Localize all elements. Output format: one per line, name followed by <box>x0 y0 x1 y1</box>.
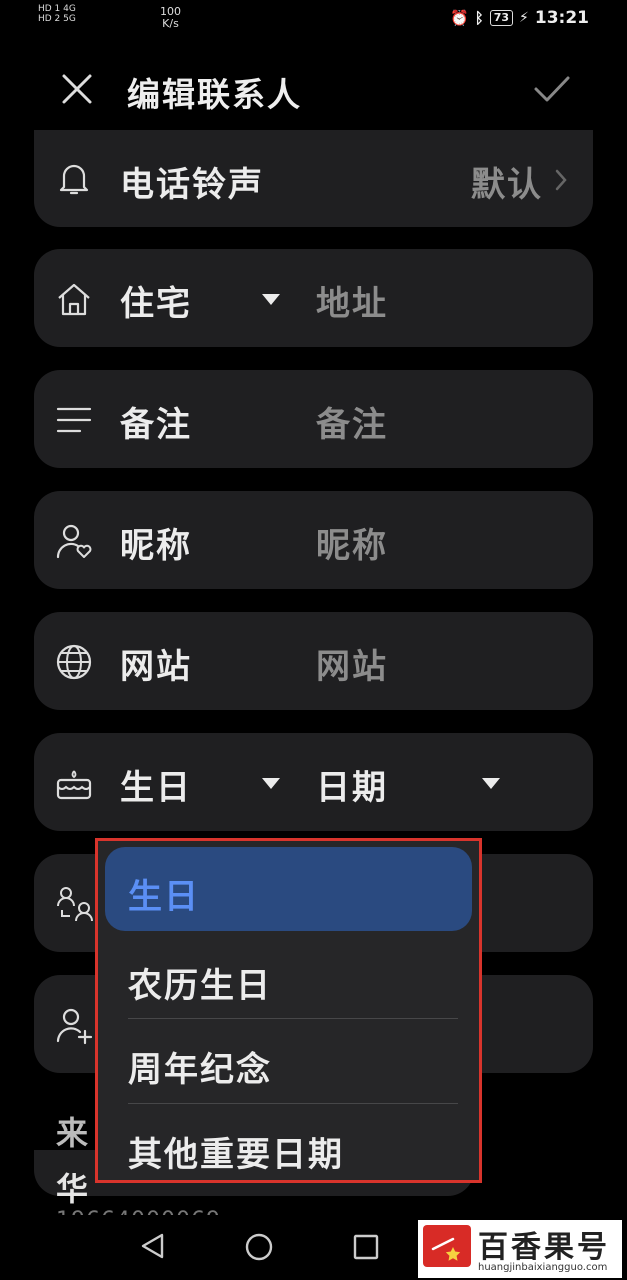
birthday-row[interactable]: 生日 日期 <box>34 733 593 831</box>
watermark-url: huangjinbaixiangguo.com <box>478 1262 608 1273</box>
charging-icon: ⚡ <box>519 10 529 26</box>
date-field[interactable]: 日期 <box>316 760 388 809</box>
page-title: 编辑联系人 <box>127 75 302 114</box>
globe-icon <box>56 644 92 680</box>
date-type-dropdown: 生日 农历生日 周年纪念 其他重要日期 <box>95 838 482 1183</box>
signal-indicators: HD 1 4G HD 2 5G <box>38 4 76 24</box>
person-heart-icon <box>56 524 92 559</box>
cake-icon <box>56 770 92 800</box>
battery-level: 73 <box>489 10 514 26</box>
star-icon <box>431 1237 461 1261</box>
notes-icon <box>56 407 92 433</box>
account-label: 华 <box>56 1170 89 1208</box>
nickname-label: 昵称 <box>120 526 192 566</box>
ringtone-row[interactable]: 电话铃声 默认 <box>34 130 593 227</box>
nickname-field[interactable]: 昵称 <box>316 518 388 567</box>
birthday-type-label[interactable]: 生日 <box>120 760 192 809</box>
back-icon[interactable] <box>138 1231 166 1261</box>
network-speed: 100 K/s <box>160 5 181 30</box>
check-icon[interactable] <box>532 74 572 104</box>
option-other-important-date[interactable]: 其他重要日期 <box>98 1107 479 1189</box>
option-label: 其他重要日期 <box>128 1135 344 1175</box>
bluetooth-icon: ᛒ <box>474 9 484 27</box>
option-label: 农历生日 <box>128 966 272 1006</box>
home-icon <box>58 283 90 316</box>
clock: 13:21 <box>534 8 589 28</box>
people-link-icon <box>57 887 93 922</box>
option-lunar-birthday[interactable]: 农历生日 <box>98 938 479 1020</box>
note-label: 备注 <box>120 405 192 445</box>
option-anniversary[interactable]: 周年纪念 <box>98 1022 479 1104</box>
note-row[interactable]: 备注 备注 <box>34 370 593 468</box>
bell-icon <box>59 164 89 195</box>
option-label: 周年纪念 <box>128 1050 272 1090</box>
watermark-name: 百香果号 <box>478 1230 610 1265</box>
status-right: ⏰ ᛒ 73 ⚡ 13:21 <box>450 8 589 28</box>
website-field[interactable]: 网站 <box>316 639 388 688</box>
watermark: 百香果号 huangjinbaixiangguo.com <box>418 1220 622 1278</box>
website-row[interactable]: 网站 网站 <box>34 612 593 710</box>
ringtone-value: 默认 <box>471 165 543 205</box>
note-field[interactable]: 备注 <box>316 397 388 446</box>
address-type-label[interactable]: 住宅 <box>120 276 192 325</box>
divider <box>128 1103 458 1104</box>
home-nav-icon[interactable] <box>244 1232 274 1262</box>
source-label: 来 <box>56 1114 89 1152</box>
birthday-type-dropdown-icon[interactable] <box>262 778 280 789</box>
alarm-icon: ⏰ <box>450 9 469 27</box>
recents-icon[interactable] <box>352 1233 380 1261</box>
ringtone-label: 电话铃声 <box>120 165 264 205</box>
status-bar: HD 1 4G HD 2 5G 100 K/s ⏰ ᛒ 73 ⚡ 13:21 <box>0 0 627 40</box>
chevron-right-icon <box>555 169 567 191</box>
nickname-row[interactable]: 昵称 昵称 <box>34 491 593 589</box>
address-row[interactable]: 住宅 地址 <box>34 249 593 347</box>
divider <box>128 1018 458 1019</box>
add-person-icon <box>56 1008 93 1045</box>
website-label: 网站 <box>120 647 192 687</box>
option-label: 生日 <box>128 877 200 917</box>
option-birthday[interactable]: 生日 <box>105 847 472 931</box>
date-dropdown-icon[interactable] <box>482 778 500 789</box>
address-field[interactable]: 地址 <box>316 276 388 325</box>
address-type-dropdown-icon[interactable] <box>262 294 280 305</box>
watermark-logo <box>423 1225 471 1267</box>
close-icon[interactable] <box>60 72 94 106</box>
